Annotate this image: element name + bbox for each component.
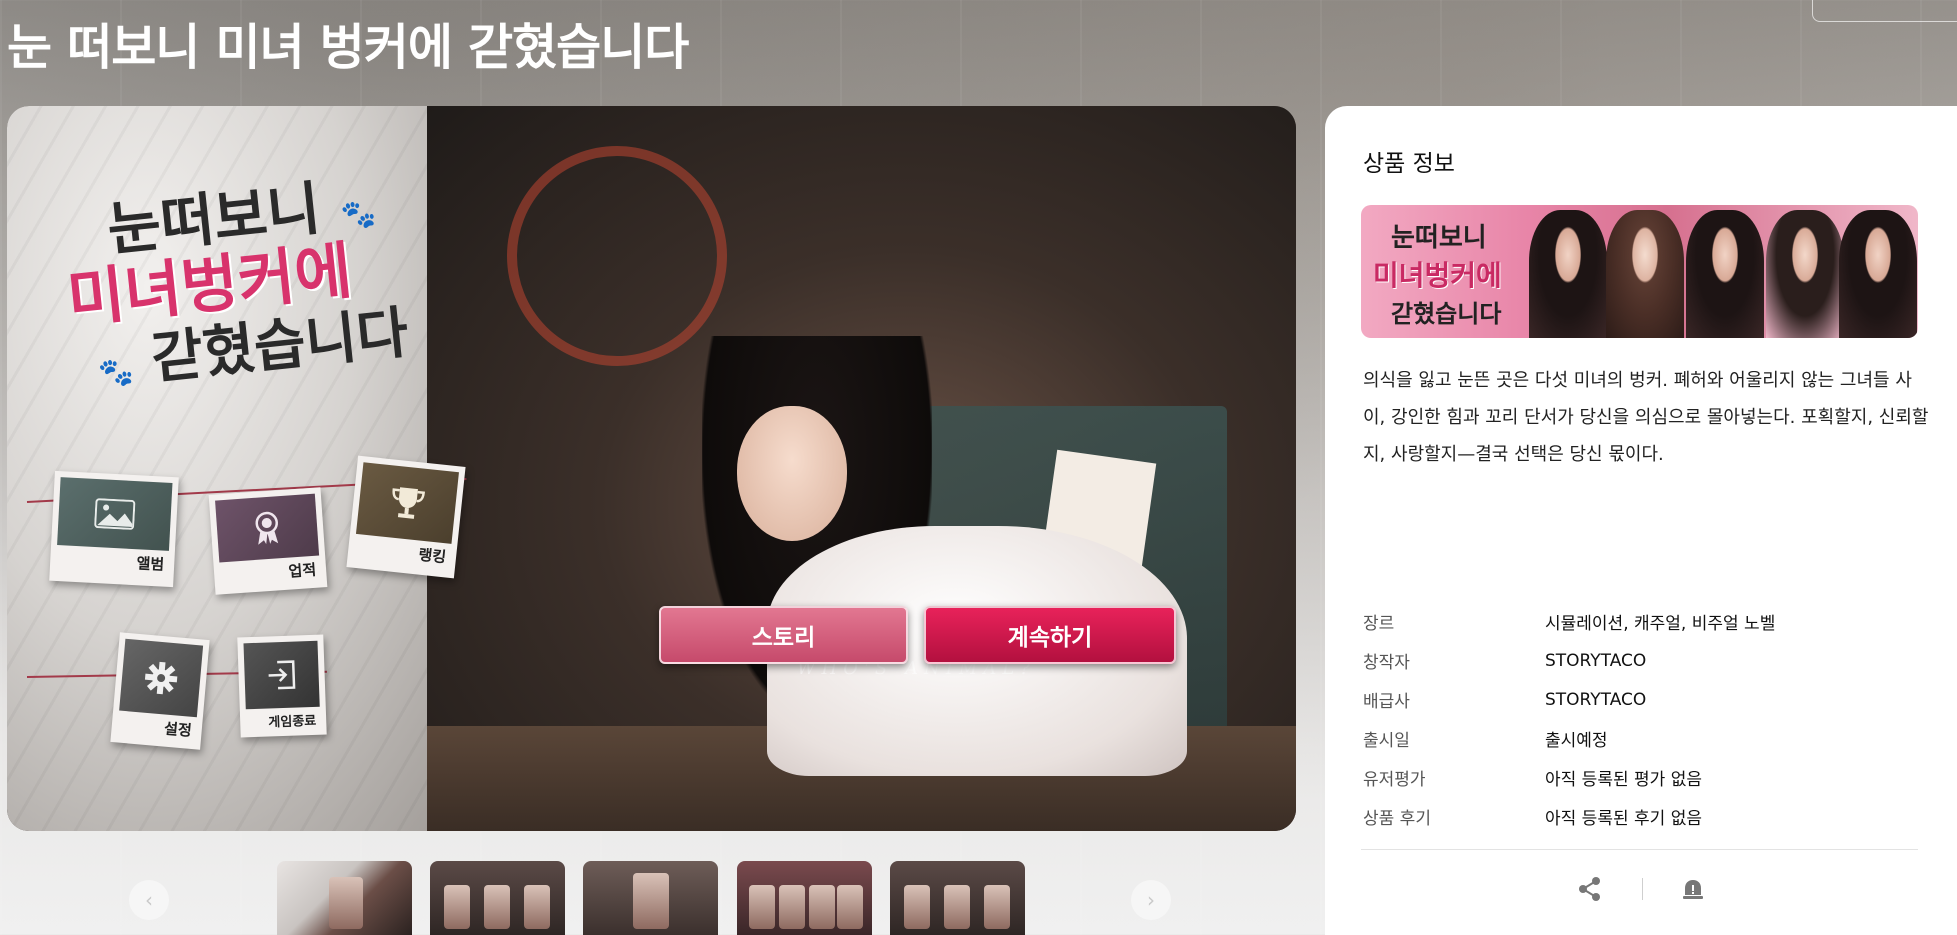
thumbnail-figure <box>444 885 470 929</box>
menu-label: 업적 <box>287 560 317 581</box>
character-portrait <box>1686 210 1764 338</box>
detail-row-reviews: 상품 후기 아직 등록된 후기 없음 <box>1363 797 1775 836</box>
page-title: 눈 떠보니 미녀 벙커에 갇혔습니다 <box>7 19 689 76</box>
station-sign <box>507 146 727 366</box>
banner-logo-line-3: 갇혔습니다 <box>1391 300 1502 328</box>
product-banner: 눈떠보니 미녀벙커에 갇혔습니다 <box>1361 205 1918 338</box>
trophy-icon <box>355 462 459 544</box>
menu-settings[interactable]: 설정 <box>110 632 210 750</box>
detail-key: 출시일 <box>1363 731 1410 751</box>
detail-value: 아직 등록된 후기 없음 <box>1545 809 1702 829</box>
banner-logo-line-1: 눈떠보니 <box>1391 223 1487 253</box>
menu-label: 설정 <box>163 719 193 740</box>
product-description: 의식을 잃고 눈뜬 곳은 다섯 미녀의 벙커. 폐허와 어울리지 않는 그녀들 … <box>1363 370 1929 465</box>
detail-value: STORYTACO <box>1545 650 1647 671</box>
detail-key: 창작자 <box>1363 653 1410 673</box>
icon-separator <box>1642 878 1643 900</box>
detail-value: 출시예정 <box>1545 731 1608 751</box>
detail-row-publisher: 배급사 STORYTACO <box>1363 680 1775 719</box>
detail-key: 유저평가 <box>1363 770 1426 790</box>
menu-exit-game[interactable]: 게임종료 <box>237 634 327 738</box>
character-portrait <box>1839 210 1917 338</box>
paw-icon: 🐾 <box>339 196 378 233</box>
menu-label: 앨범 <box>136 554 165 574</box>
detail-value: 시뮬레이션, 캐주얼, 비주얼 노벨 <box>1545 614 1776 634</box>
detail-row-user-rating: 유저평가 아직 등록된 평가 없음 <box>1363 758 1775 797</box>
thumbnail-figure <box>779 885 805 929</box>
game-logo: 눈떠보니 🐾 미녀벙커에 🐾 갇혔습니다 <box>64 174 411 516</box>
thumbnail-figure <box>524 885 550 929</box>
divider <box>1361 849 1918 850</box>
thumbnail-figure <box>904 885 930 929</box>
detail-key: 상품 후기 <box>1363 809 1431 829</box>
character-portrait <box>1606 210 1684 338</box>
detail-key: 배급사 <box>1363 692 1410 712</box>
thumbnail-figure <box>984 885 1010 929</box>
character-portrait <box>1766 210 1844 338</box>
product-info-panel: 상품 정보 눈떠보니 미녀벙커에 갇혔습니다 의식을 잃고 눈뜬 곳은 다섯 미… <box>1325 106 1957 935</box>
thumbnail-figure <box>329 877 363 929</box>
character-portrait <box>1529 210 1607 338</box>
thumbnail-figure <box>809 885 835 929</box>
story-button[interactable]: 스토리 <box>659 606 908 664</box>
detail-value: STORYTACO <box>1545 689 1647 710</box>
menu-achievements[interactable]: 업적 <box>208 487 328 595</box>
paw-icon: 🐾 <box>96 354 136 391</box>
product-info-heading: 상품 정보 <box>1363 151 1455 177</box>
banner-logo: 눈떠보니 미녀벙커에 갇혔습니다 <box>1373 217 1533 329</box>
detail-key: 장르 <box>1363 614 1395 634</box>
thumbnail-figure <box>837 885 863 929</box>
character-face <box>737 406 847 541</box>
detail-value: 아직 등록된 평가 없음 <box>1545 770 1702 790</box>
gear-icon <box>119 638 204 718</box>
thumbnail-figure <box>484 885 510 929</box>
detail-row-release-date: 출시일 출시예정 <box>1363 719 1775 758</box>
menu-ranking[interactable]: 랭킹 <box>346 455 466 579</box>
report-icon[interactable] <box>1680 876 1706 902</box>
image-icon <box>57 477 173 551</box>
gallery-thumbnail[interactable] <box>737 861 872 935</box>
gallery-thumbnail[interactable] <box>430 861 565 935</box>
medal-icon <box>215 493 320 563</box>
top-right-button[interactable] <box>1812 0 1957 22</box>
banner-logo-line-2: 미녀벙커에 <box>1373 259 1502 292</box>
exit-icon <box>243 640 320 710</box>
thumbnail-figure <box>944 885 970 929</box>
detail-row-creator: 창작자 STORYTACO <box>1363 641 1775 680</box>
main-screenshot[interactable]: 눈떠보니 🐾 미녀벙커에 🐾 갇혔습니다 앨범 업적 랭킹 설정 게임종료 WH… <box>7 106 1296 831</box>
share-icon[interactable] <box>1577 876 1603 902</box>
menu-label: 게임종료 <box>268 713 317 731</box>
gallery-thumbnail[interactable] <box>890 861 1025 935</box>
detail-row-genre: 장르 시뮬레이션, 캐주얼, 비주얼 노벨 <box>1363 602 1775 641</box>
continue-button[interactable]: 계속하기 <box>924 606 1176 664</box>
gallery-thumbnail[interactable] <box>277 861 412 935</box>
gallery-prev-button[interactable]: ‹ <box>129 880 169 920</box>
gallery-next-button[interactable]: › <box>1131 880 1171 920</box>
menu-album[interactable]: 앨범 <box>49 470 179 588</box>
product-details: 장르 시뮬레이션, 캐주얼, 비주얼 노벨 창작자 STORYTACO 배급사 … <box>1363 602 1775 836</box>
gallery-thumbnail[interactable] <box>583 861 718 935</box>
thumbnail-figure <box>633 873 669 929</box>
thumbnail-figure <box>749 885 775 929</box>
